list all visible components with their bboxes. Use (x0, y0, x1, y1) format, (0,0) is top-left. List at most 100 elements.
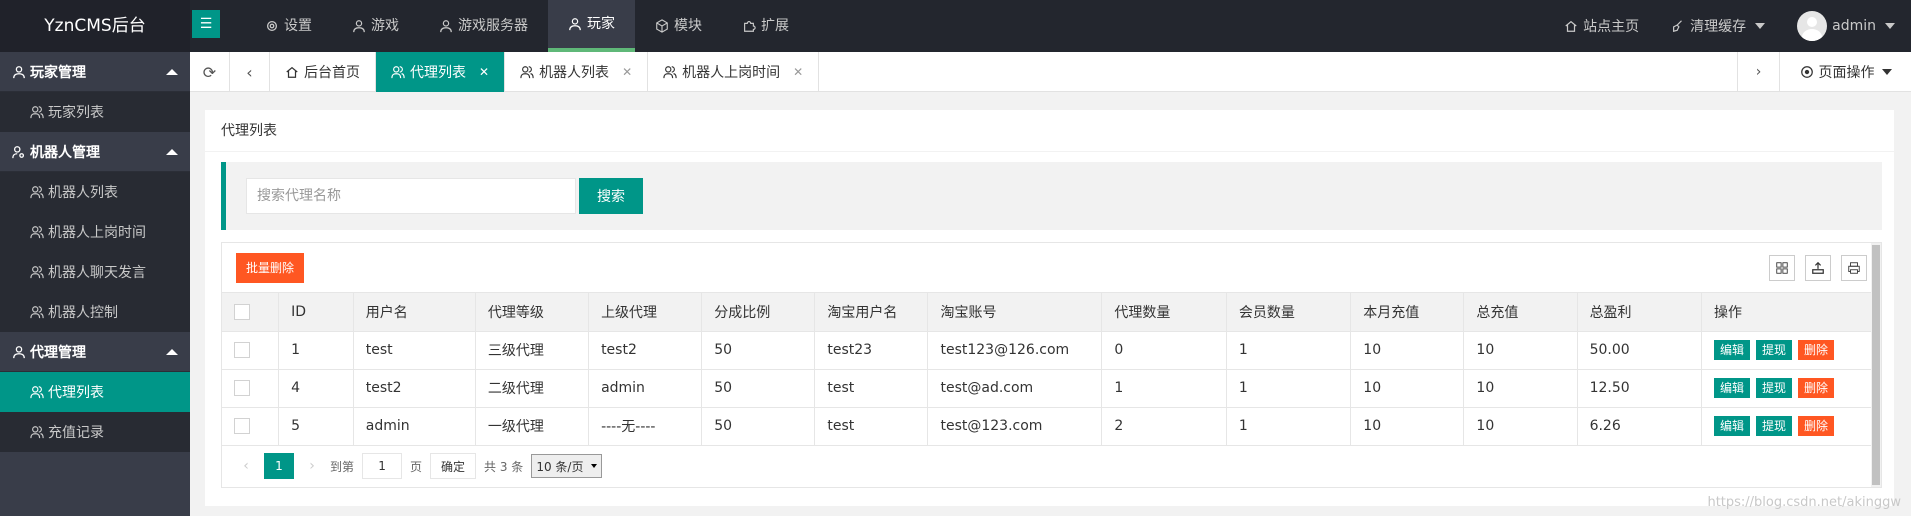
search-input[interactable] (246, 178, 576, 214)
sidebar-group-robots[interactable]: 机器人管理 (0, 132, 190, 172)
sidebar-item-robot-list[interactable]: 机器人列表 (0, 172, 190, 212)
cell: 2 (1101, 407, 1227, 446)
print-icon[interactable] (1841, 255, 1867, 281)
topnav-item-game-servers[interactable]: 游戏服务器 (419, 0, 548, 52)
tab-home[interactable]: 后台首页 (270, 52, 376, 92)
topnav-item-games[interactable]: 游戏 (332, 0, 419, 52)
page-ops-label: 页面操作 (1818, 65, 1875, 81)
sidebar-group-players[interactable]: 玩家管理 (0, 52, 190, 92)
top-right: 站点主页 清理缓存 admin (1548, 0, 1911, 52)
total-count: 共 3 条 (484, 459, 524, 474)
row-select-cell[interactable] (222, 331, 280, 370)
select-all-cell[interactable] (222, 293, 280, 332)
tab-bar: ⟳ ‹ 后台首页 代理列表 ✕ 机器人列表 ✕ 机器人上岗时间 ✕ › 页面操作 (190, 52, 1911, 92)
edit-button[interactable]: 编辑 (1714, 416, 1751, 436)
menu-toggle-icon[interactable]: ☰ (192, 10, 220, 38)
batch-delete-button[interactable]: 批量删除 (236, 253, 305, 283)
target-icon (1800, 66, 1813, 78)
sidebar-item-label: 机器人聊天发言 (48, 265, 146, 281)
sidebar-group-agents[interactable]: 代理管理 (0, 332, 190, 372)
actions-cell: 编辑 提现 删除 (1701, 331, 1873, 370)
tab-agent-list[interactable]: 代理列表 ✕ (376, 52, 506, 92)
next-page-icon[interactable]: › (302, 458, 322, 474)
users-icon (30, 306, 44, 319)
scrollbar-thumb[interactable] (1872, 245, 1880, 485)
topnav-label: 扩展 (761, 18, 789, 34)
cell: test23 (814, 331, 929, 370)
sidebar-item-robot-shift[interactable]: 机器人上岗时间 (0, 212, 190, 252)
delete-button[interactable]: 删除 (1798, 340, 1835, 360)
user-menu[interactable]: admin (1781, 11, 1911, 41)
checkbox[interactable] (234, 342, 250, 358)
columns-icon[interactable] (1769, 255, 1795, 281)
chevron-down-icon (1881, 69, 1892, 75)
sidebar-item-label: 机器人列表 (48, 185, 118, 201)
app-logo[interactable]: YznCMS后台 (0, 0, 190, 52)
edit-button[interactable]: 编辑 (1714, 340, 1751, 360)
current-page[interactable]: 1 (264, 453, 294, 479)
topnav-label: 玩家 (587, 16, 615, 32)
chevron-up-icon (166, 349, 178, 355)
chevron-up-icon (166, 69, 178, 75)
table-row: 4 test2 二级代理 admin 50 test test@ad.com 1… (222, 369, 1873, 408)
refresh-icon[interactable]: ⟳ (190, 52, 230, 92)
site-home-link[interactable]: 站点主页 (1548, 16, 1655, 36)
sidebar-item-player-list[interactable]: 玩家列表 (0, 92, 190, 132)
sidebar-item-robot-chat[interactable]: 机器人聊天发言 (0, 252, 190, 292)
topnav-item-players[interactable]: 玩家 (548, 0, 635, 52)
close-icon[interactable]: ✕ (622, 65, 632, 79)
withdraw-button[interactable]: 提现 (1756, 340, 1793, 360)
delete-button[interactable]: 删除 (1798, 416, 1835, 436)
topnav-item-modules[interactable]: 模块 (635, 0, 722, 52)
page-size-select[interactable]: 10 条/页 (531, 454, 603, 478)
sidebar-item-recharge-log[interactable]: 充值记录 (0, 412, 190, 452)
user-icon (13, 345, 25, 358)
table-scrollbar[interactable] (1871, 243, 1881, 487)
users-icon (520, 66, 534, 79)
row-select-cell[interactable] (222, 369, 280, 408)
sidebar-item-robot-control[interactable]: 机器人控制 (0, 292, 190, 332)
chevron-left-icon[interactable]: ‹ (230, 52, 270, 92)
cell: admin (588, 369, 703, 408)
cell: 1 (1226, 331, 1352, 370)
search-bar: 搜索 (221, 162, 1882, 230)
table-row: 5 admin 一级代理 ----无---- 50 test test@123.… (222, 407, 1873, 446)
withdraw-button[interactable]: 提现 (1756, 378, 1793, 398)
checkbox[interactable] (234, 380, 250, 396)
page-size-value: 10 条/页 (536, 459, 584, 474)
edit-button[interactable]: 编辑 (1714, 378, 1751, 398)
close-icon[interactable]: ✕ (479, 65, 489, 79)
checkbox[interactable] (234, 303, 250, 320)
tab-robot-list[interactable]: 机器人列表 ✕ (505, 52, 649, 92)
cell: test (814, 369, 929, 408)
column-header: 分成比例 (701, 293, 816, 332)
checkbox[interactable] (234, 418, 250, 434)
row-select-cell[interactable] (222, 407, 280, 446)
topnav-label: 游戏服务器 (458, 18, 528, 34)
topnav-item-settings[interactable]: 设置 (245, 0, 332, 52)
actions-cell: 编辑 提现 删除 (1701, 369, 1873, 408)
users-icon (663, 66, 677, 79)
cell: 10 (1463, 331, 1578, 370)
chevron-right-icon[interactable]: › (1737, 52, 1779, 92)
user-name: admin (1832, 18, 1876, 34)
page-ops-dropdown[interactable]: 页面操作 (1779, 52, 1911, 92)
clear-cache-dropdown[interactable]: 清理缓存 (1655, 16, 1781, 36)
page-unit-label: 页 (410, 459, 423, 474)
topnav-item-extensions[interactable]: 扩展 (722, 0, 809, 52)
goto-confirm-button[interactable]: 确定 (430, 453, 477, 479)
cell: 10 (1463, 369, 1578, 408)
watermark: https://blog.csdn.net/akinggw (1707, 495, 1901, 510)
sidebar-item-label: 机器人控制 (48, 305, 118, 321)
cell: test@123.com (927, 407, 1103, 446)
column-header: 上级代理 (588, 293, 703, 332)
search-button[interactable]: 搜索 (579, 178, 643, 214)
goto-page-input[interactable] (362, 453, 403, 479)
sidebar-item-agent-list[interactable]: 代理列表 (0, 372, 190, 412)
prev-page-icon[interactable]: ‹ (236, 458, 256, 474)
export-icon[interactable] (1805, 255, 1831, 281)
delete-button[interactable]: 删除 (1798, 378, 1835, 398)
withdraw-button[interactable]: 提现 (1756, 416, 1793, 436)
tab-robot-shift[interactable]: 机器人上岗时间 ✕ (648, 52, 820, 92)
close-icon[interactable]: ✕ (793, 65, 803, 79)
